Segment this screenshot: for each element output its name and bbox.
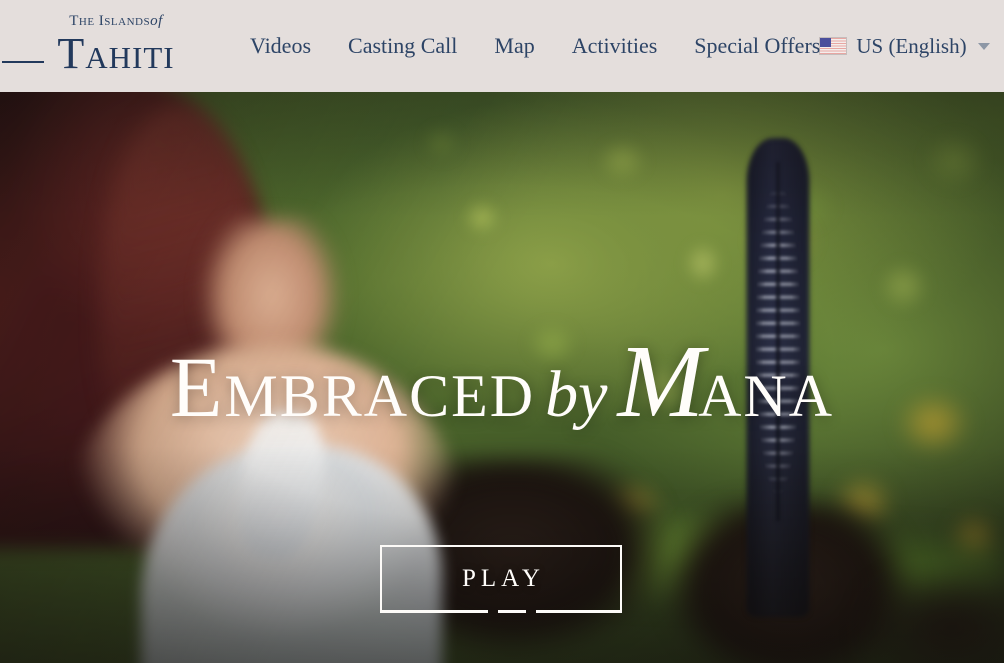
headline-word-embraced: Embraced [169, 339, 536, 435]
language-selector[interactable]: US (English) [820, 33, 990, 59]
nav-item-special-offers[interactable]: Special Offers [694, 33, 820, 59]
nav-item-map[interactable]: Map [494, 33, 534, 59]
headline-word-mana: Mana [617, 330, 835, 435]
chevron-down-icon [977, 42, 990, 50]
headline-mana-rest: ana [698, 339, 835, 435]
headline-mana-swash: M [617, 324, 704, 439]
site-header: The Islandsof Tahiti Videos Casting Call… [0, 0, 1004, 92]
flag-canton [820, 38, 832, 47]
nav-item-activities[interactable]: Activities [572, 33, 658, 59]
main-navigation: Videos Casting Call Map Activities Speci… [250, 33, 820, 59]
logo-wordmark: Tahiti [2, 29, 216, 79]
site-logo[interactable]: The Islandsof Tahiti [2, 14, 216, 79]
nav-item-videos[interactable]: Videos [250, 33, 311, 59]
logo-tagline: The Islandsof [16, 14, 216, 29]
logo-rule [2, 61, 44, 64]
nav-item-casting-call[interactable]: Casting Call [348, 33, 457, 59]
play-button[interactable]: PLAY [380, 545, 622, 613]
logo-tagline-of: of [150, 13, 163, 30]
language-label: US (English) [856, 33, 967, 58]
logo-wordmark-text: Tahiti [57, 29, 175, 79]
play-button-label: PLAY [462, 565, 545, 592]
us-flag-icon [820, 38, 847, 54]
hero-content: Embraced byMana PLAY [0, 92, 1004, 663]
logo-tagline-caps: The Islands [69, 13, 151, 30]
hero-section: Embraced byMana PLAY [0, 92, 1004, 663]
hero-headline: Embraced byMana [12, 330, 992, 434]
headline-word-by: by [545, 358, 608, 431]
page-root: The Islandsof Tahiti Videos Casting Call… [0, 0, 1004, 663]
